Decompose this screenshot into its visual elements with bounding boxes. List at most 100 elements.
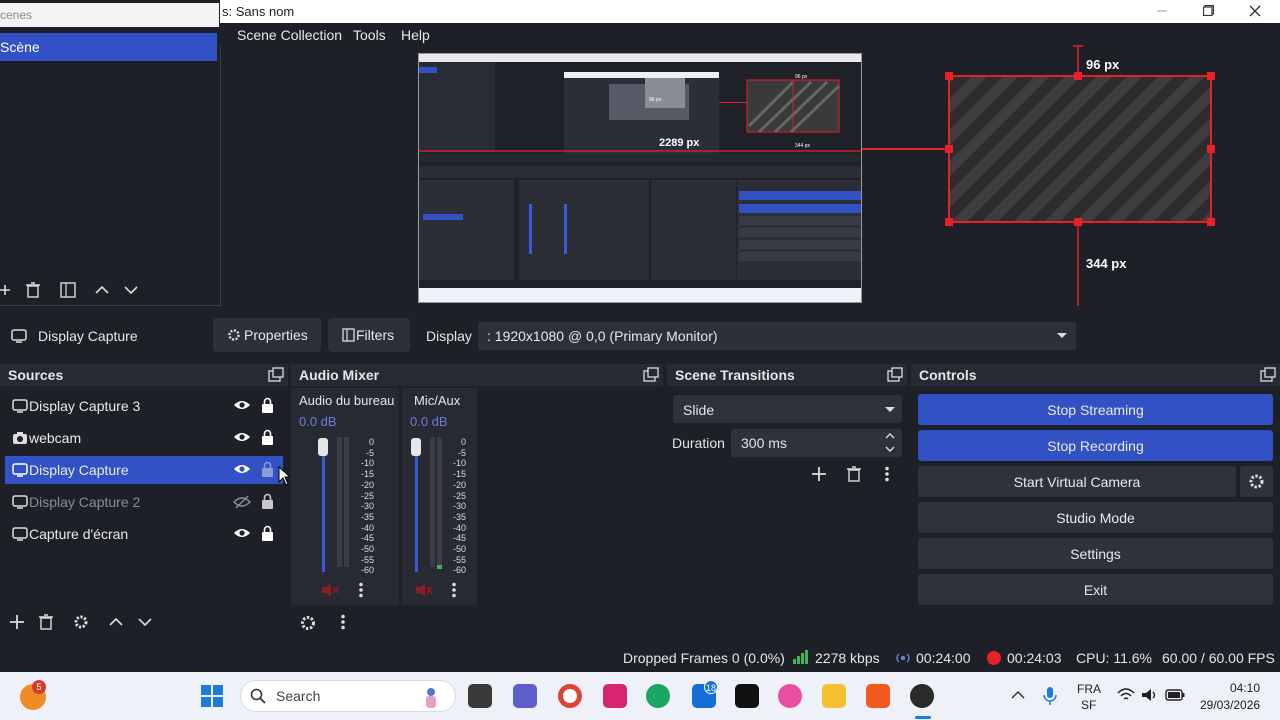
search-icon bbox=[250, 688, 266, 704]
battery-icon[interactable] bbox=[1165, 689, 1185, 701]
volume-slider-desktop[interactable] bbox=[322, 446, 325, 572]
remove-transition-icon[interactable] bbox=[846, 465, 862, 483]
menu-tools[interactable]: Tools bbox=[353, 27, 386, 43]
more-options-icon[interactable] bbox=[356, 582, 366, 598]
microphone-icon[interactable] bbox=[1043, 686, 1057, 706]
source-up-icon[interactable] bbox=[108, 615, 124, 629]
gear-icon bbox=[1248, 473, 1265, 490]
advanced-audio-gear-icon[interactable] bbox=[299, 614, 317, 632]
db-tick: -10 bbox=[360, 458, 374, 469]
mute-icon[interactable] bbox=[320, 582, 340, 598]
teams-chat-icon[interactable] bbox=[513, 684, 537, 708]
properties-button[interactable]: Properties bbox=[213, 318, 321, 352]
clock-date: 29/03/2026 bbox=[1200, 698, 1261, 712]
eye-icon[interactable] bbox=[233, 463, 251, 475]
unlock-icon[interactable] bbox=[261, 461, 274, 477]
scene-list-item[interactable]: Scène bbox=[0, 33, 217, 61]
task-view-icon[interactable] bbox=[468, 684, 492, 708]
settings-button[interactable]: Settings bbox=[918, 538, 1273, 569]
obs-icon[interactable] bbox=[910, 684, 934, 708]
stop-streaming-button[interactable]: Stop Streaming bbox=[918, 394, 1273, 425]
duration-spinbox[interactable]: 300 ms bbox=[731, 429, 902, 457]
instagram-icon[interactable] bbox=[603, 684, 627, 708]
stop-recording-button[interactable]: Stop Recording bbox=[918, 430, 1273, 461]
preview-nested-capture: 2289 px 96 px 96 px 344 px bbox=[418, 53, 862, 303]
add-scene-icon[interactable] bbox=[0, 282, 12, 298]
undock-icon[interactable] bbox=[643, 367, 659, 383]
display-select[interactable]: : 1920x1080 @ 0,0 (Primary Monitor) bbox=[478, 322, 1076, 350]
db-tick: -60 bbox=[452, 565, 466, 576]
volume-slider-handle[interactable] bbox=[411, 438, 421, 456]
scene-filters-icon[interactable] bbox=[59, 281, 77, 299]
photos-icon[interactable] bbox=[778, 684, 802, 708]
duration-value: 300 ms bbox=[741, 435, 787, 451]
lock-icon[interactable] bbox=[261, 525, 274, 541]
chevron-up-icon[interactable] bbox=[885, 432, 895, 440]
scene-down-icon[interactable] bbox=[123, 283, 139, 297]
eye-icon[interactable] bbox=[233, 399, 251, 411]
db-tick: -60 bbox=[360, 565, 374, 576]
chevron-down-icon[interactable] bbox=[885, 445, 895, 453]
exit-button[interactable]: Exit bbox=[918, 574, 1273, 605]
taskbar-search[interactable]: Search bbox=[240, 680, 456, 712]
windows-start-icon[interactable] bbox=[201, 685, 223, 707]
close-icon[interactable] bbox=[1249, 5, 1261, 17]
monitor-icon bbox=[12, 399, 28, 413]
properties-label: Properties bbox=[244, 327, 308, 343]
source-down-icon[interactable] bbox=[137, 615, 153, 629]
guide-line-left bbox=[862, 148, 944, 150]
brave-icon[interactable] bbox=[866, 684, 890, 708]
more-options-icon[interactable] bbox=[449, 582, 459, 598]
undock-icon[interactable] bbox=[268, 367, 284, 383]
lock-icon[interactable] bbox=[261, 429, 274, 445]
chevron-up-icon[interactable] bbox=[1011, 690, 1025, 700]
filters-button[interactable]: Filters bbox=[328, 318, 410, 352]
eye-icon[interactable] bbox=[233, 431, 251, 443]
selection-bounding-box[interactable] bbox=[942, 44, 1222, 306]
status-bar: Dropped Frames 0 (0.0%) 2278 kbps 00:24:… bbox=[0, 644, 1280, 672]
cpu-status: CPU: 11.6% bbox=[1076, 650, 1152, 666]
add-source-icon[interactable] bbox=[9, 614, 25, 630]
maximize-icon[interactable] bbox=[1203, 5, 1214, 16]
studio-mode-button[interactable]: Studio Mode bbox=[918, 502, 1273, 533]
db-tick: -25 bbox=[452, 490, 466, 501]
menu-scene-collection[interactable]: Scene Collection bbox=[237, 27, 342, 43]
language-indicator[interactable]: FRA bbox=[1077, 682, 1101, 696]
more-options-icon[interactable] bbox=[338, 614, 348, 630]
scene-up-icon[interactable] bbox=[94, 283, 110, 297]
remove-scene-icon[interactable] bbox=[25, 281, 41, 299]
lock-icon[interactable] bbox=[261, 397, 274, 413]
minimize-icon[interactable] bbox=[1157, 10, 1167, 12]
clock-time: 04:10 bbox=[1230, 681, 1261, 695]
source-properties-gear-icon[interactable] bbox=[73, 614, 89, 630]
menu-help[interactable]: Help bbox=[401, 27, 430, 43]
streaming-icon bbox=[895, 651, 911, 665]
file-explorer-icon[interactable] bbox=[822, 684, 846, 708]
fps-status: 60.00 / 60.00 FPS bbox=[1162, 650, 1275, 666]
volume-slider-handle[interactable] bbox=[318, 438, 328, 456]
mute-icon[interactable] bbox=[414, 582, 434, 598]
eye-icon[interactable] bbox=[233, 527, 251, 539]
undock-icon[interactable] bbox=[1260, 367, 1276, 383]
speaker-icon[interactable] bbox=[1141, 688, 1159, 702]
chrome-icon[interactable] bbox=[558, 684, 582, 708]
button-label: Exit bbox=[1083, 582, 1108, 598]
tiktok-icon[interactable] bbox=[735, 684, 759, 708]
virtual-camera-settings-button[interactable] bbox=[1240, 466, 1273, 497]
lock-icon[interactable] bbox=[261, 493, 274, 509]
audio-mixer-header: Audio Mixer bbox=[291, 364, 663, 386]
db-tick: -5 bbox=[365, 447, 374, 458]
db-scale-desktop: 0 -5 -10 -15 -20 -25 -30 -35 -40 -45 -50 -55 -60 bbox=[350, 437, 374, 575]
undock-icon[interactable] bbox=[887, 367, 903, 383]
start-virtual-camera-button[interactable]: Start Virtual Camera bbox=[918, 466, 1236, 497]
add-transition-icon[interactable] bbox=[811, 466, 827, 482]
remove-source-icon[interactable] bbox=[38, 613, 54, 631]
transition-select[interactable]: Slide bbox=[673, 395, 902, 423]
more-options-icon[interactable] bbox=[882, 466, 892, 482]
eye-hidden-icon[interactable] bbox=[233, 495, 251, 509]
audio-mixer-title: Audio Mixer bbox=[299, 367, 380, 383]
db-tick: -35 bbox=[360, 511, 374, 522]
edge-icon[interactable] bbox=[646, 684, 670, 708]
volume-slider-mic[interactable] bbox=[415, 446, 418, 572]
wifi-icon[interactable] bbox=[1117, 688, 1135, 702]
